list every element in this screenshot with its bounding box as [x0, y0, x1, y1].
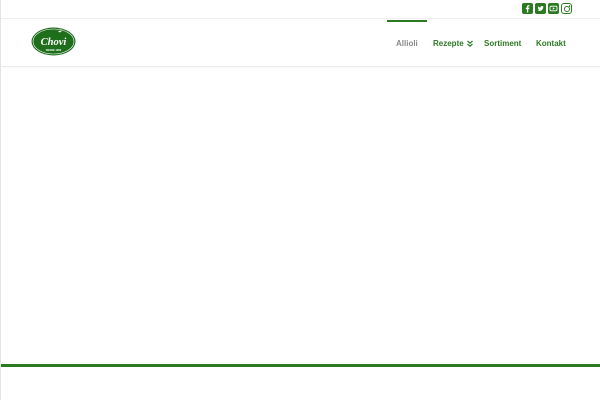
nav-item-sortiment[interactable]: Sortiment [484, 20, 521, 67]
nav-item-label: Allioli [396, 39, 418, 48]
facebook-icon[interactable] [522, 3, 533, 14]
hero-area [1, 68, 600, 364]
twitter-icon[interactable] [535, 3, 546, 14]
nav-item-rezepte[interactable]: Rezepte [433, 20, 473, 67]
section-divider [1, 364, 600, 367]
nav-item-label: Sortiment [484, 39, 522, 48]
nav-item-kontakt[interactable]: Kontakt [536, 20, 566, 67]
chevron-double-down-icon [466, 40, 473, 48]
social-links [522, 3, 572, 14]
top-bar [1, 0, 600, 19]
nav-item-allioli[interactable]: Allioli [387, 20, 427, 67]
nav-item-label: Rezepte [433, 39, 464, 48]
youtube-icon[interactable] [548, 3, 559, 14]
main-nav: Allioli Rezepte Sortiment Kontakt [1, 20, 600, 67]
page: Chovi DESDE 1960 Allioli Rezepte Sortime… [0, 0, 600, 400]
instagram-icon[interactable] [561, 3, 572, 14]
nav-item-label: Kontakt [536, 39, 566, 48]
site-header: Chovi DESDE 1960 Allioli Rezepte Sortime… [1, 20, 600, 67]
